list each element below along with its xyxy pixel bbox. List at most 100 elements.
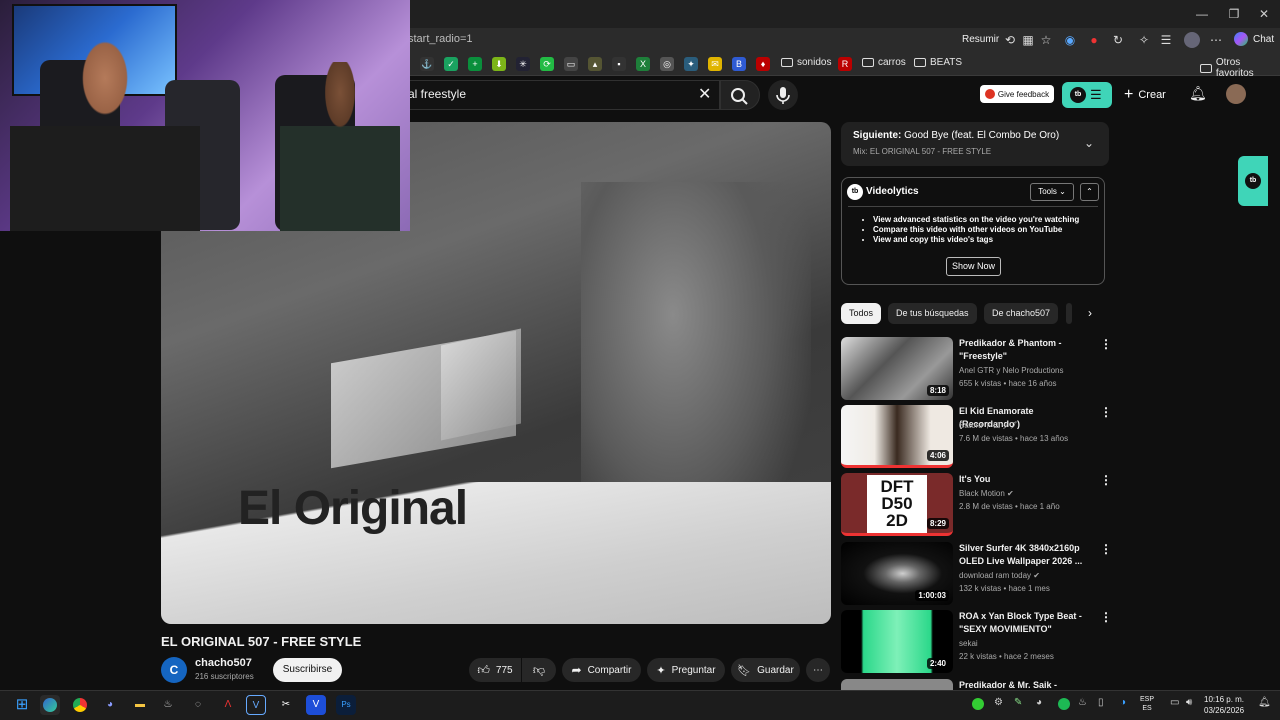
rec-title[interactable]: It's You (959, 473, 1089, 486)
edge-browser-icon[interactable] (40, 695, 60, 715)
chat-button[interactable]: Chat (1253, 34, 1274, 45)
tray-battery-icon[interactable]: ▯ (1098, 697, 1104, 708)
steam-icon[interactable]: ♨ (158, 695, 178, 715)
notification-center-icon[interactable]: 🔔︎ (1258, 697, 1271, 708)
voice-search-button[interactable] (768, 80, 798, 110)
clear-search-icon[interactable]: ✕ (698, 84, 711, 104)
network-icon[interactable]: ▭ (1170, 697, 1179, 708)
bookmark-sync-icon[interactable]: ⟳ (540, 57, 554, 71)
more-options-icon[interactable]: ⋯ (1208, 32, 1224, 48)
extensions-icon[interactable]: ✧ (1136, 32, 1152, 48)
favorite-star-icon[interactable]: ☆ (1038, 32, 1054, 48)
summarize-button[interactable]: Resumir (962, 34, 999, 45)
rec-title[interactable]: ROA x Yan Block Type Beat - "SEXY MOVIMIE… (959, 610, 1089, 636)
channel-avatar[interactable]: C (161, 657, 187, 683)
adobe-icon[interactable]: Λ (218, 695, 238, 715)
summarize-icon[interactable]: ⟲ (1002, 32, 1018, 48)
more-vertical-icon[interactable]: ⋮ (1100, 473, 1112, 487)
bookmark-folder-beats[interactable]: BEATS (914, 57, 962, 68)
rec-thumbnail[interactable] (841, 679, 953, 690)
more-vertical-icon[interactable]: ⋮ (1100, 542, 1112, 556)
photoshop-icon[interactable]: Ps (336, 695, 356, 715)
up-next-card[interactable] (841, 122, 1109, 166)
give-feedback-button[interactable]: Give feedback (980, 85, 1054, 103)
split-view-icon[interactable]: ▦ (1020, 32, 1036, 48)
bookmark-excel-icon[interactable]: X (636, 57, 650, 71)
rec-channel[interactable]: Anel GTR y Nelo Productions (959, 366, 1064, 375)
bookmark-folder-icon[interactable]: ▭ (564, 57, 578, 71)
vegas-icon[interactable]: V (306, 695, 326, 715)
language-indicator[interactable]: ESP ES (1140, 695, 1154, 713)
tray-spotify-icon[interactable] (1058, 698, 1070, 710)
rec-title[interactable]: Silver Surfer 4K 3840x2160p OLED Live Wal… (959, 542, 1089, 568)
bookmark-mail-icon[interactable]: ✉ (708, 57, 722, 71)
volume-icon[interactable]: 🔊︎ (1186, 697, 1192, 708)
bookmark-red2-icon[interactable]: R (838, 57, 852, 71)
rec-thumbnail[interactable]: 2:40 (841, 610, 953, 673)
tray-app-icon[interactable] (972, 698, 984, 710)
minimize-icon[interactable]: — (1188, 4, 1216, 24)
bookmark-sheets-icon[interactable]: ✓ (444, 57, 458, 71)
file-explorer-icon[interactable]: ▬ (130, 695, 150, 715)
account-avatar[interactable] (1226, 84, 1246, 104)
chrome-icon[interactable] (70, 695, 90, 715)
bookmark-app-icon[interactable]: ✳ (516, 57, 530, 71)
bookmark-plus-icon[interactable]: + (468, 57, 482, 71)
chip-from-channel[interactable]: De chacho507 (984, 303, 1059, 324)
more-actions-button[interactable]: ⋯ (806, 658, 830, 682)
collapse-button[interactable]: ⌃ (1080, 183, 1099, 201)
show-now-button[interactable]: Show Now (946, 257, 1001, 276)
bookmark-site-icon[interactable]: ▴ (588, 57, 602, 71)
url-text[interactable]: start_radio=1 (408, 33, 473, 45)
capcut-icon[interactable]: ✂ (276, 695, 296, 715)
rec-title[interactable]: Predikador & Mr. Saik - (959, 679, 1089, 690)
channel-name[interactable]: chacho507 (195, 657, 252, 669)
refresh-extension-icon[interactable]: ↻ (1110, 32, 1126, 48)
chip-partial[interactable] (1066, 303, 1072, 324)
close-window-icon[interactable]: ✕ (1250, 4, 1278, 24)
app-icon[interactable]: ◌ (188, 695, 208, 715)
tools-dropdown[interactable]: Tools ⌄ (1030, 183, 1074, 201)
taskbar-clock[interactable]: 10:16 p. m. 03/26/2026 (1204, 694, 1244, 716)
tray-app3-icon[interactable]: ✎ (1014, 697, 1022, 708)
chevron-right-icon[interactable]: › (1088, 306, 1092, 320)
rec-channel[interactable]: Black Motion ✔ (959, 489, 1014, 498)
dislike-button[interactable]: 👎︎ (522, 658, 556, 682)
notifications-bell-icon[interactable]: 🔔︎ (1189, 85, 1207, 102)
chip-todos[interactable]: Todos (841, 303, 882, 324)
search-button[interactable] (720, 80, 760, 110)
tray-app2-icon[interactable]: ⚙ (994, 697, 1003, 708)
bookmark-book-icon[interactable]: B (732, 57, 746, 71)
discord-icon[interactable]: ◕ (100, 695, 120, 715)
other-favorites-folder[interactable]: Otros favoritos (1200, 57, 1280, 79)
bookmark-circle-icon[interactable]: ◎ (660, 57, 674, 71)
favorites-icon[interactable]: ☰ (1158, 32, 1174, 48)
bookmark-star-icon[interactable]: ✦ (684, 57, 698, 71)
chevron-down-icon[interactable]: ⌄ (1084, 136, 1094, 150)
tray-discord-icon[interactable]: ◕ (1036, 697, 1042, 708)
bookmark-folder-carros[interactable]: carros (862, 57, 906, 68)
bookmark-anchor-icon[interactable]: ⚓ (420, 57, 434, 71)
bookmark-folder-sonidos[interactable]: sonidos (781, 57, 831, 68)
copilot-icon[interactable] (1234, 32, 1248, 46)
tubebuddy-side-tab[interactable]: tb (1238, 156, 1268, 206)
restore-icon[interactable]: ❐ (1220, 4, 1248, 24)
rec-thumbnail[interactable]: 8:18 (841, 337, 953, 400)
subscribe-button[interactable]: Suscribirse (273, 658, 342, 682)
create-button[interactable]: + Crear (1124, 86, 1166, 104)
tubebuddy-menu-button[interactable]: tb ☰ (1062, 82, 1112, 108)
share-button[interactable]: ➦ Compartir (562, 658, 641, 682)
rec-thumbnail[interactable]: DFT D50 2D 8:29 (841, 473, 953, 536)
rec-title[interactable]: Predikador & Phantom - "Freestyle" (959, 337, 1089, 363)
recording-extension-icon[interactable]: ● (1086, 32, 1102, 48)
bookmark-site2-icon[interactable]: ▪ (612, 57, 626, 71)
more-vertical-icon[interactable]: ⋮ (1100, 610, 1112, 624)
windows-start-icon[interactable]: ⊞ (12, 695, 32, 715)
bookmark-red-icon[interactable]: ♦ (756, 57, 770, 71)
tray-edge-icon[interactable]: ◑ (1120, 697, 1126, 708)
rec-channel[interactable]: Satoru ドロップ (959, 420, 1017, 431)
bookmark-download-icon[interactable]: ⬇ (492, 57, 506, 71)
v-app-icon[interactable]: V (246, 695, 266, 715)
rec-channel[interactable]: sekai (959, 639, 978, 648)
more-vertical-icon[interactable]: ⋮ (1100, 405, 1112, 419)
